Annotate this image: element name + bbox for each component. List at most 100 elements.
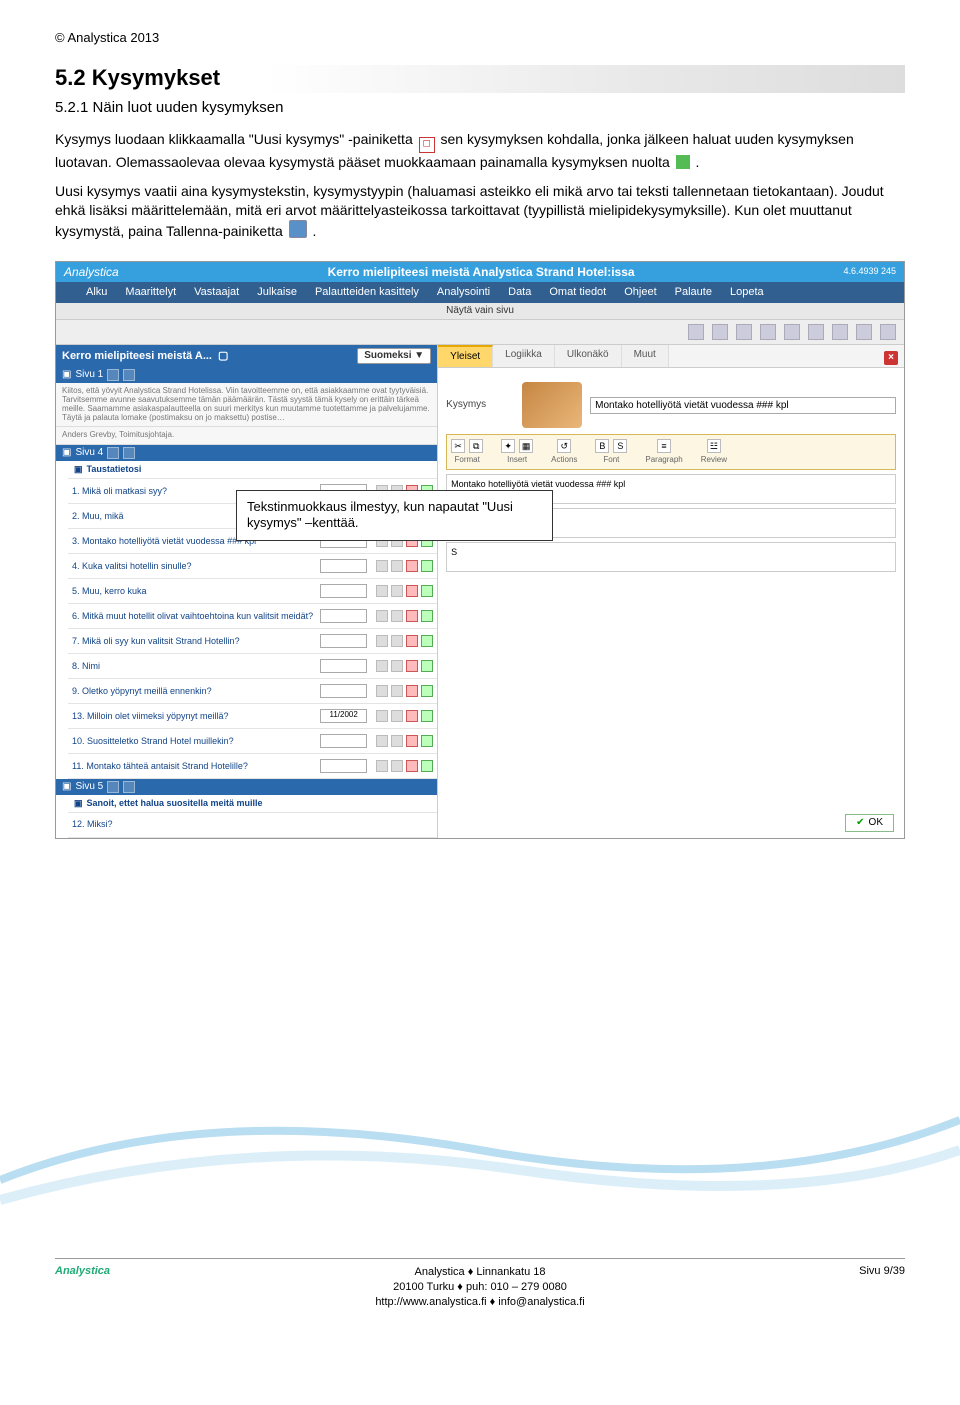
page-icon[interactable] (107, 781, 119, 793)
question-row[interactable]: 10. Suositteletko Strand Hotel muillekin… (68, 729, 437, 754)
down-icon[interactable] (391, 760, 403, 772)
add-icon[interactable] (421, 560, 433, 572)
up-icon[interactable] (376, 635, 388, 647)
subbar[interactable]: Näytä vain sivu (56, 303, 904, 320)
add-icon[interactable] (421, 635, 433, 647)
page-header-1[interactable]: ▣Sivu 1 (56, 367, 437, 383)
up-icon[interactable] (376, 585, 388, 597)
toolbar-icon[interactable] (880, 324, 896, 340)
menu-maarittelyt[interactable]: Maarittelyt (125, 286, 176, 299)
type-selector[interactable] (320, 634, 367, 648)
down-icon[interactable] (391, 660, 403, 672)
toolbar-icon[interactable] (736, 324, 752, 340)
page-header-5[interactable]: ▣Sivu 5 (56, 779, 437, 795)
down-icon[interactable] (391, 735, 403, 747)
menu-analysointi[interactable]: Analysointi (437, 286, 490, 299)
page-icon[interactable] (107, 369, 119, 381)
page-icon[interactable] (123, 447, 135, 459)
type-selector[interactable] (320, 734, 367, 748)
type-selector[interactable] (320, 584, 367, 598)
add-icon[interactable] (421, 735, 433, 747)
close-icon[interactable]: × (884, 351, 898, 365)
editor-field[interactable]: S (446, 542, 896, 572)
toolbar-icon[interactable] (760, 324, 776, 340)
add-icon[interactable] (421, 660, 433, 672)
type-selector[interactable] (320, 559, 367, 573)
up-icon[interactable] (376, 710, 388, 722)
up-icon[interactable] (376, 760, 388, 772)
tool-icon[interactable]: ↺ (557, 439, 571, 453)
add-icon[interactable] (421, 685, 433, 697)
down-icon[interactable] (391, 585, 403, 597)
del-icon[interactable] (406, 635, 418, 647)
question-text-input[interactable] (590, 397, 896, 414)
toolbar-icon[interactable] (784, 324, 800, 340)
menu-vastaajat[interactable]: Vastaajat (194, 286, 239, 299)
type-selector[interactable] (320, 609, 367, 623)
down-icon[interactable] (391, 635, 403, 647)
down-icon[interactable] (391, 710, 403, 722)
del-icon[interactable] (406, 685, 418, 697)
tool-icon[interactable]: ✦ (501, 439, 515, 453)
del-icon[interactable] (406, 760, 418, 772)
toolbar-icon[interactable] (712, 324, 728, 340)
menu-lopeta[interactable]: Lopeta (730, 286, 764, 299)
menu-palautteiden[interactable]: Palautteiden kasittely (315, 286, 419, 299)
tool-review[interactable]: ☳ (707, 439, 721, 453)
add-icon[interactable] (421, 710, 433, 722)
tool-para[interactable]: ≡ (657, 439, 671, 453)
menu-omat[interactable]: Omat tiedot (549, 286, 606, 299)
down-icon[interactable] (391, 610, 403, 622)
up-icon[interactable] (376, 660, 388, 672)
up-icon[interactable] (376, 735, 388, 747)
menu-alku[interactable]: Alku (86, 286, 107, 299)
section-taustatietosi[interactable]: ▣Taustatietosi (68, 461, 437, 479)
del-icon[interactable] (406, 610, 418, 622)
question-row[interactable]: 9. Oletko yöpynyt meillä ennenkin? (68, 679, 437, 704)
tab-ulkonako[interactable]: Ulkonäkö (555, 345, 622, 367)
up-icon[interactable] (376, 610, 388, 622)
del-icon[interactable] (406, 560, 418, 572)
add-icon[interactable] (421, 610, 433, 622)
tool-icon[interactable]: ▦ (519, 439, 533, 453)
question-row[interactable]: 12. Miksi? (68, 813, 437, 838)
del-icon[interactable] (406, 660, 418, 672)
toolbar-icon[interactable] (832, 324, 848, 340)
tool-bold[interactable]: B (595, 439, 609, 453)
page-header-4[interactable]: ▣Sivu 4 (56, 445, 437, 461)
page-icon[interactable] (123, 369, 135, 381)
type-selector[interactable]: 11/2002 (320, 709, 367, 723)
type-selector[interactable] (320, 759, 367, 773)
question-row[interactable]: 5. Muu, kerro kuka (68, 579, 437, 604)
down-icon[interactable] (391, 685, 403, 697)
survey-icon[interactable]: ▢ (218, 350, 228, 363)
question-row[interactable]: 11. Montako tähteä antaisit Strand Hotel… (68, 754, 437, 779)
question-row[interactable]: 4. Kuka valitsi hotellin sinulle? (68, 554, 437, 579)
type-selector[interactable] (320, 659, 367, 673)
tool-icon[interactable]: ⧉ (469, 439, 483, 453)
up-icon[interactable] (376, 560, 388, 572)
down-icon[interactable] (391, 560, 403, 572)
language-select[interactable]: Suomeksi ▼ (357, 348, 431, 364)
toolbar-icon[interactable] (856, 324, 872, 340)
menu-palaute[interactable]: Palaute (675, 286, 712, 299)
tab-muut[interactable]: Muut (622, 345, 669, 367)
up-icon[interactable] (376, 685, 388, 697)
del-icon[interactable] (406, 710, 418, 722)
menu-data[interactable]: Data (508, 286, 531, 299)
section-sanoit[interactable]: ▣Sanoit, ettet halua suositella meitä mu… (68, 795, 437, 813)
ok-button[interactable]: ✔OK (845, 814, 894, 832)
del-icon[interactable] (406, 735, 418, 747)
tab-logiikka[interactable]: Logiikka (493, 345, 555, 367)
menu-julkaise[interactable]: Julkaise (257, 286, 297, 299)
question-row[interactable]: 8. Nimi (68, 654, 437, 679)
page-icon[interactable] (123, 781, 135, 793)
page-icon[interactable] (107, 447, 119, 459)
type-selector[interactable] (320, 684, 367, 698)
toolbar-icon[interactable] (688, 324, 704, 340)
question-row[interactable]: 13. Milloin olet viimeksi yöpynyt meillä… (68, 704, 437, 729)
tool-icon[interactable]: ✂ (451, 439, 465, 453)
tab-yleiset[interactable]: Yleiset (438, 345, 493, 367)
del-icon[interactable] (406, 585, 418, 597)
add-icon[interactable] (421, 760, 433, 772)
